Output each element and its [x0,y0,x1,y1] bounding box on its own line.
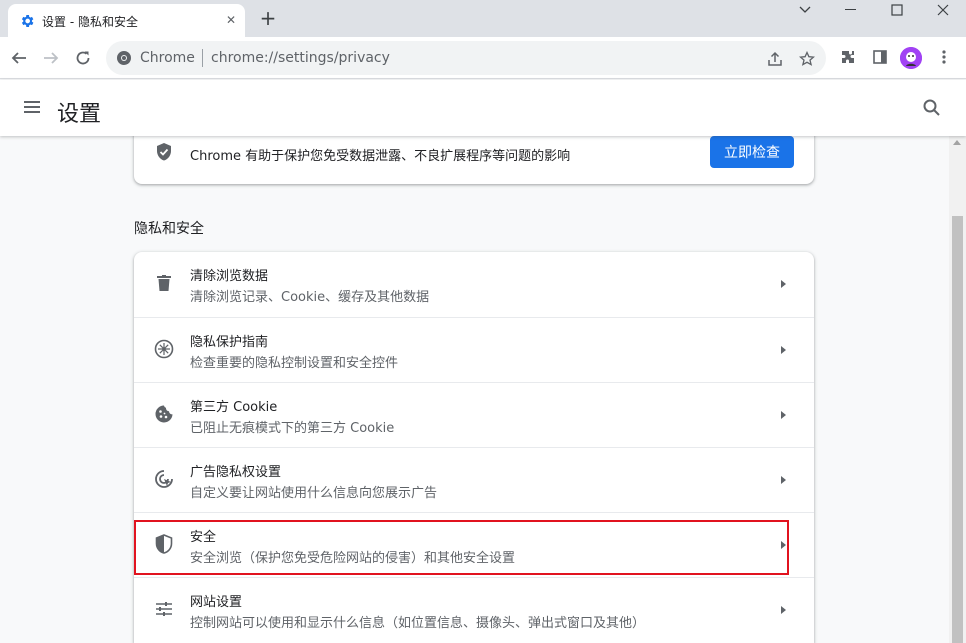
omnibox-brand: Chrome [140,50,195,66]
safety-check-text: Chrome 有助于保护您免受数据泄露、不良扩展程序等问题的影响 [190,149,571,164]
profile-avatar[interactable] [900,47,922,69]
gear-icon [21,15,34,27]
tab-settings-privacy[interactable]: 设置 - 隐私和安全 ✕ [8,4,245,37]
omnibox-separator [202,49,203,67]
minimize-button[interactable] [828,0,874,20]
scroll-up-arrow[interactable] [953,140,961,145]
menu-icon[interactable] [24,101,40,115]
bookmark-star-icon[interactable] [797,49,817,69]
list-item-subtitle: 已阻止无痕模式下的第三方 Cookie [190,421,395,436]
list-item-title: 网站设置 [190,595,243,610]
back-arrow-icon [11,52,26,64]
forward-arrow-icon [44,52,59,64]
privacy-guide-icon [154,339,174,359]
list-item-subtitle: 清除浏览记录、Cookie、缓存及其他数据 [190,290,430,305]
omnibox-url[interactable]: chrome://settings/privacy [211,50,390,66]
list-item-site-settings[interactable]: 网站设置 控制网站可以使用和显示什么信息（如位置信息、摄像头、弹出式窗口及其他） [134,577,814,642]
arrow-right-icon [781,606,786,614]
address-bar[interactable]: Chrome chrome://settings/privacy [106,41,826,75]
more-menu-icon[interactable] [932,45,956,69]
scroll-thumb[interactable] [952,216,963,643]
new-tab-button[interactable]: + [257,8,279,30]
chevron-down-icon[interactable] [782,0,828,20]
list-item-subtitle: 控制网站可以使用和显示什么信息（如位置信息、摄像头、弹出式窗口及其他） [190,616,646,631]
sliders-icon [154,599,174,619]
extensions-icon[interactable] [836,45,860,69]
tab-close-icon[interactable]: ✕ [223,12,239,28]
list-item-ad-privacy[interactable]: 广告隐私权设置 自定义要让网站使用什么信息向您展示广告 [134,447,814,512]
shield-check-icon [157,143,171,161]
cookie-icon [154,404,174,424]
section-title: 隐私和安全 [134,221,204,237]
page-scrollbar[interactable] [949,136,966,643]
list-item-title: 清除浏览数据 [190,269,269,284]
arrow-right-icon [781,346,786,354]
arrow-right-icon [781,476,786,484]
list-item-clear-browsing-data[interactable]: 清除浏览数据 清除浏览记录、Cookie、缓存及其他数据 [134,252,814,317]
close-window-button[interactable] [920,0,966,20]
reload-button[interactable] [70,45,96,71]
settings-header: 设置 [0,80,966,136]
share-icon[interactable] [765,49,785,69]
list-item-title: 隐私保护指南 [190,335,269,350]
reload-icon [76,51,90,65]
check-now-button[interactable]: 立即检查 [710,136,794,168]
list-item-title: 第三方 Cookie [190,400,278,415]
list-item-title: 广告隐私权设置 [190,465,282,480]
browser-toolbar: Chrome chrome://settings/privacy [0,37,966,79]
forward-button[interactable] [38,45,64,71]
side-panel-icon[interactable] [868,45,892,69]
trash-icon [154,273,174,293]
highlight-box [134,520,789,575]
tab-title: 设置 - 隐私和安全 [42,15,138,29]
ad-privacy-icon [154,469,174,489]
list-item-privacy-guide[interactable]: 隐私保护指南 检查重要的隐私控制设置和安全控件 [134,317,814,382]
chrome-logo-icon [117,51,131,65]
page-title: 设置 [57,102,102,127]
list-item-subtitle: 自定义要让网站使用什么信息向您展示广告 [190,486,438,501]
maximize-button[interactable] [874,0,920,20]
tab-strip: 设置 - 隐私和安全 ✕ + [0,0,966,37]
list-item-subtitle: 检查重要的隐私控制设置和安全控件 [190,356,399,371]
back-button[interactable] [6,45,32,71]
privacy-list-card: 清除浏览数据 清除浏览记录、Cookie、缓存及其他数据 隐私保护指南 检查重要… [134,252,814,643]
arrow-right-icon [781,411,786,419]
search-icon[interactable] [922,98,942,118]
arrow-right-icon [781,280,786,288]
list-item-third-party-cookies[interactable]: 第三方 Cookie 已阻止无痕模式下的第三方 Cookie [134,382,814,447]
